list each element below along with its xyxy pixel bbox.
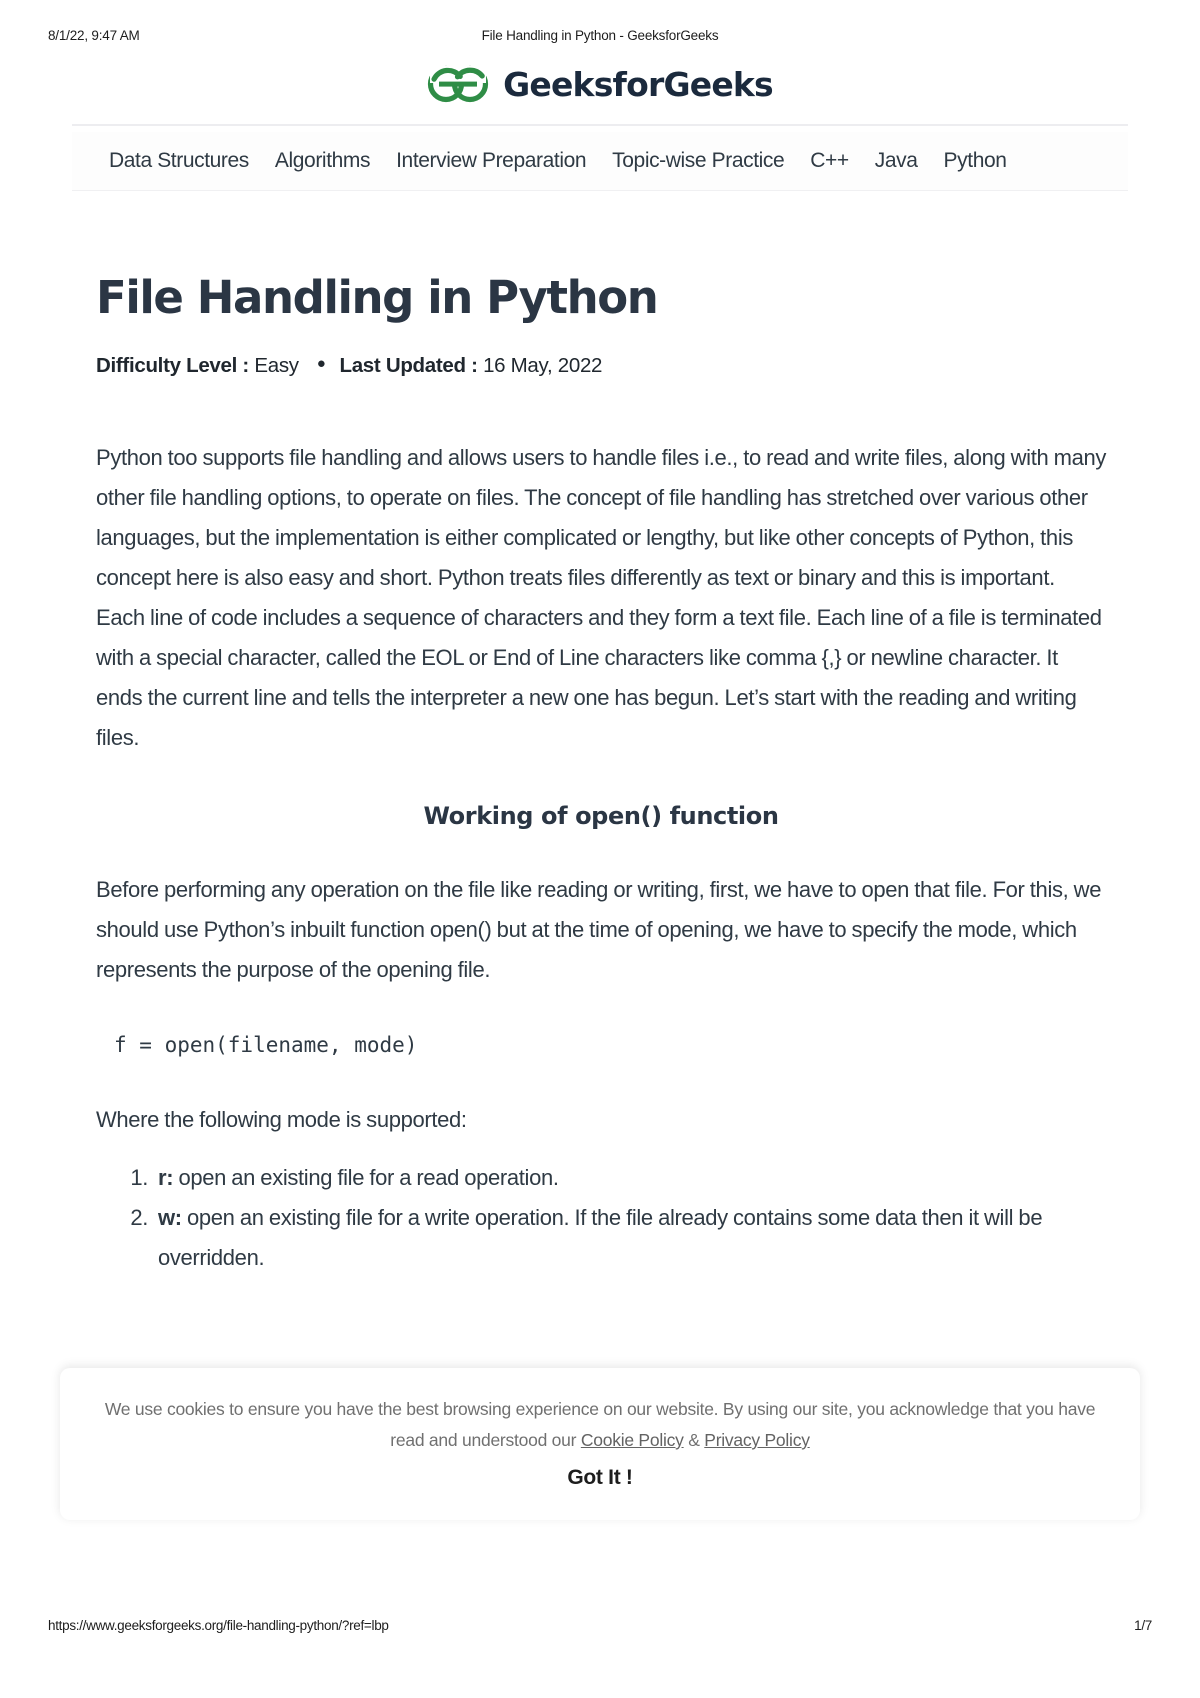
- difficulty-label: Difficulty Level :: [96, 353, 249, 377]
- cookie-banner-text: We use cookies to ensure you have the be…: [86, 1394, 1114, 1456]
- last-updated-label: Last Updated :: [339, 353, 478, 377]
- cookie-links-separator: &: [683, 1430, 705, 1450]
- nav-list: Data Structures Algorithms Interview Pre…: [96, 132, 1020, 190]
- printed-page: 8/1/22, 9:47 AM File Handling in Python …: [0, 0, 1200, 1698]
- open-function-paragraph: Before performing any operation on the f…: [96, 876, 1102, 982]
- print-footer: https://www.geeksforgeeks.org/file-handl…: [0, 1618, 1200, 1638]
- page-title: File Handling in Python: [96, 271, 659, 324]
- print-source-url: https://www.geeksforgeeks.org/file-handl…: [48, 1618, 389, 1633]
- mode-description-r: open an existing file for a read operati…: [173, 1164, 559, 1190]
- article-meta: Difficulty Level : Easy ● Last Updated :…: [96, 354, 1106, 378]
- cookie-consent-banner: We use cookies to ensure you have the be…: [60, 1368, 1140, 1520]
- cookie-policy-link[interactable]: Cookie Policy: [581, 1430, 684, 1450]
- difficulty-value: Easy: [254, 353, 299, 377]
- last-updated-value: 16 May, 2022: [483, 353, 603, 377]
- nav-item-interview-preparation[interactable]: Interview Preparation: [383, 149, 599, 173]
- print-document-title: File Handling in Python - GeeksforGeeks: [481, 28, 719, 43]
- article: File Handling in Python Difficulty Level…: [96, 272, 1106, 1278]
- main-navigation: Data Structures Algorithms Interview Pre…: [72, 132, 1128, 191]
- section-heading-open-function: Working of open() function: [423, 801, 779, 830]
- nav-item-data-structures[interactable]: Data Structures: [96, 149, 262, 173]
- where-modes-paragraph: Where the following mode is supported:: [96, 1106, 467, 1132]
- geeksforgeeks-logo-icon: [427, 62, 489, 106]
- meta-separator-dot: ●: [316, 355, 326, 373]
- print-header: 8/1/22, 9:47 AM File Handling in Python …: [0, 28, 1200, 48]
- header-divider: [72, 124, 1128, 126]
- list-item: r: open an existing file for a read oper…: [116, 1158, 1106, 1198]
- brand-name: GeeksforGeeks: [503, 64, 774, 104]
- list-item: w: open an existing file for a write ope…: [116, 1198, 1106, 1278]
- nav-item-python[interactable]: Python: [931, 149, 1020, 173]
- got-it-button[interactable]: Got It !: [60, 1466, 1140, 1490]
- code-block-open-signature: f = open(filename, mode): [114, 1032, 418, 1057]
- intro-paragraph: Python too supports file handling and al…: [96, 444, 1107, 750]
- mode-list: r: open an existing file for a read oper…: [96, 1158, 1106, 1278]
- mode-description-w: open an existing file for a write operat…: [158, 1204, 1043, 1270]
- nav-item-java[interactable]: Java: [862, 149, 931, 173]
- nav-item-cpp[interactable]: C++: [797, 149, 862, 173]
- nav-item-algorithms[interactable]: Algorithms: [262, 149, 383, 173]
- nav-item-topic-wise-practice[interactable]: Topic-wise Practice: [599, 149, 797, 173]
- mode-flag-w: w:: [158, 1204, 182, 1230]
- mode-flag-r: r:: [158, 1164, 174, 1190]
- print-page-number: 1/7: [1134, 1618, 1152, 1633]
- privacy-policy-link[interactable]: Privacy Policy: [704, 1430, 810, 1450]
- site-brand[interactable]: GeeksforGeeks: [0, 62, 1200, 106]
